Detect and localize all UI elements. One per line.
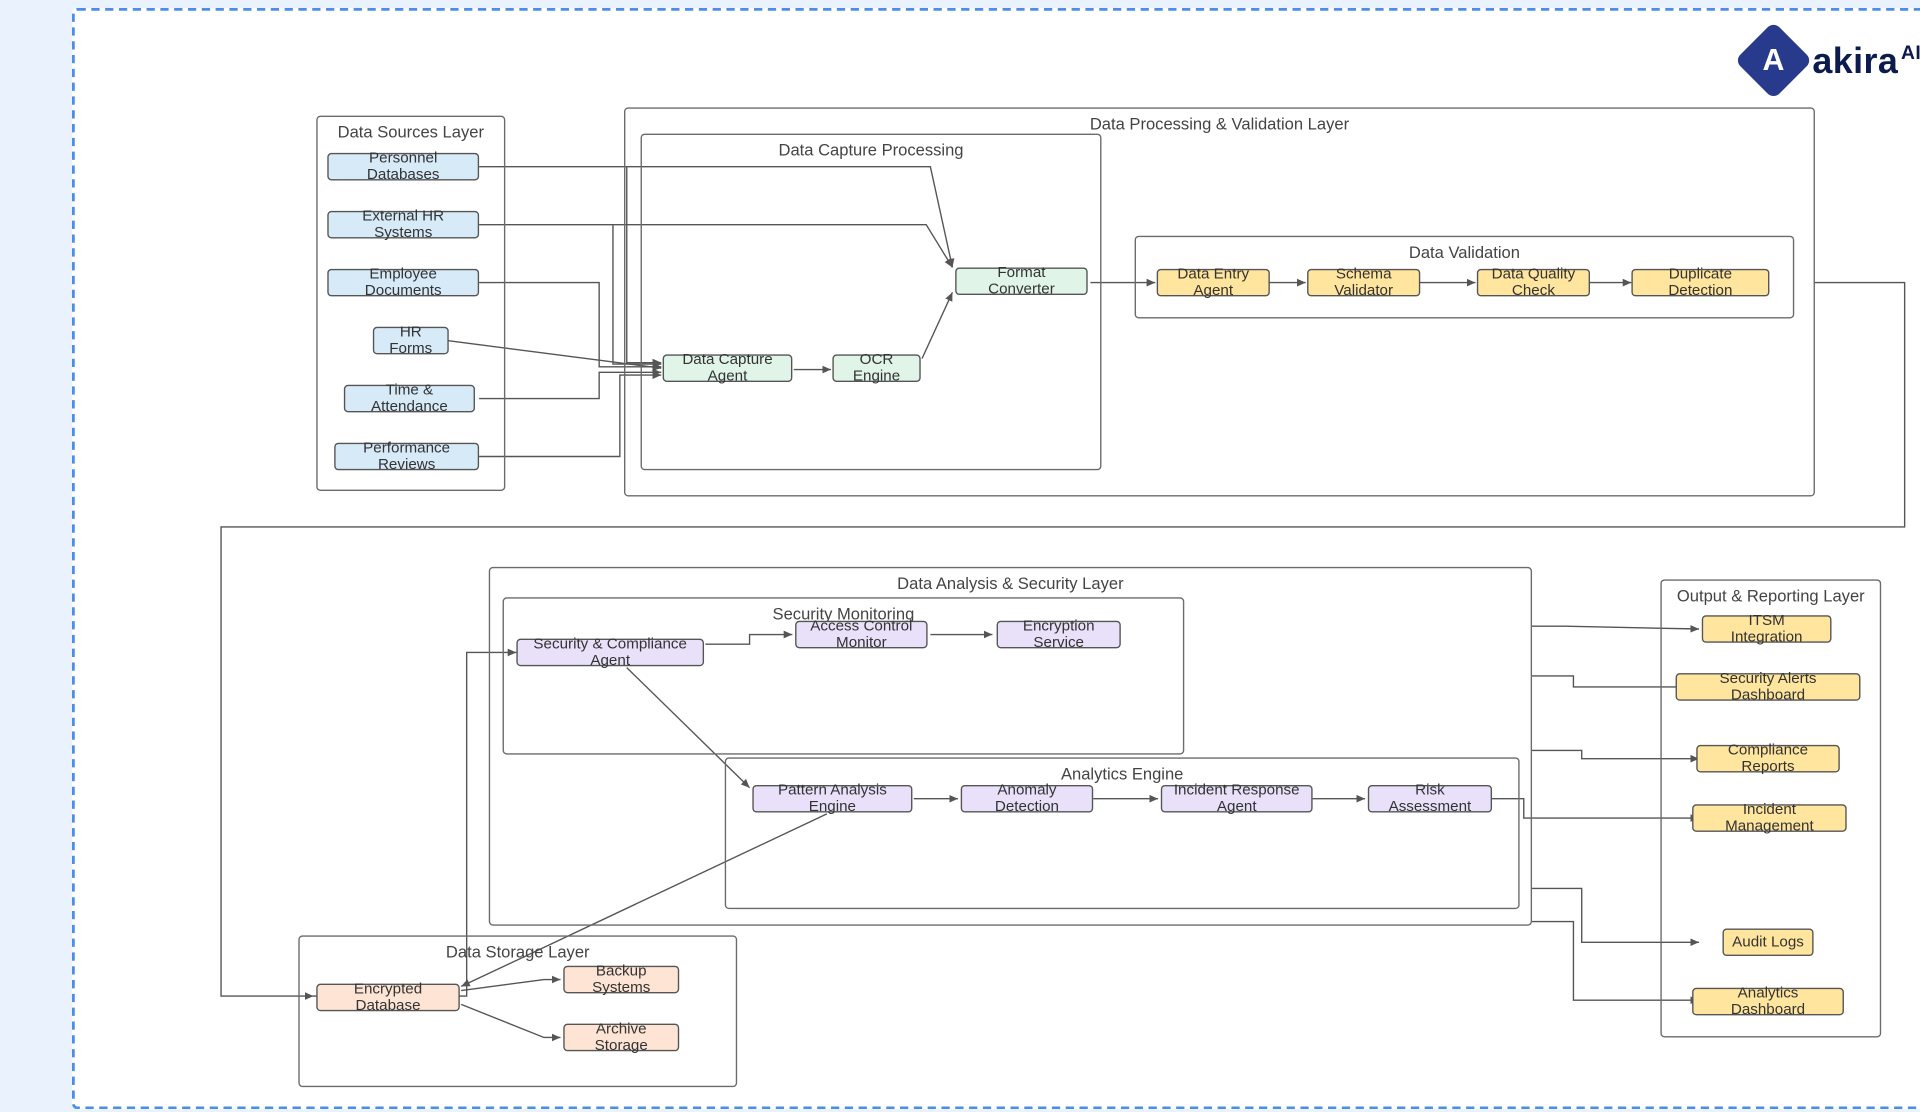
node-incident-response-agent: Incident Response Agent [1161, 785, 1313, 813]
group-title: Data Sources Layer [318, 114, 504, 142]
group-title: Data Validation [1136, 234, 1793, 262]
group-title: Data Analysis & Security Layer [490, 566, 1531, 594]
node-time-attendance: Time & Attendance [344, 385, 475, 413]
node-audit-logs: Audit Logs [1722, 928, 1813, 956]
node-archive-storage: Archive Storage [563, 1024, 679, 1052]
node-ocr-engine: OCR Engine [832, 354, 920, 382]
node-encryption-service: Encryption Service [997, 621, 1121, 649]
node-format-converter: Format Converter [955, 267, 1087, 295]
node-performance-reviews: Performance Reviews [334, 443, 479, 471]
node-duplicate-detection: Duplicate Detection [1631, 269, 1769, 297]
node-itsm-integration: ITSM Integration [1702, 615, 1832, 643]
group-data-capture: Data Capture Processing [641, 134, 1102, 471]
brand-logo: A akiraAI [1746, 33, 1920, 88]
node-security-compliance-agent: Security & Compliance Agent [516, 639, 704, 667]
node-compliance-reports: Compliance Reports [1696, 745, 1840, 773]
node-backup-systems: Backup Systems [563, 966, 679, 994]
brand-name: akiraAI [1812, 39, 1920, 82]
node-encrypted-database: Encrypted Database [316, 984, 460, 1012]
node-data-quality-check: Data Quality Check [1477, 269, 1590, 297]
node-external-hr-systems: External HR Systems [327, 211, 479, 239]
node-access-control-monitor: Access Control Monitor [795, 621, 927, 649]
node-data-entry-agent: Data Entry Agent [1157, 269, 1270, 297]
node-pattern-analysis: Pattern Analysis Engine [752, 785, 912, 813]
group-title: Data Storage Layer [300, 934, 736, 962]
node-schema-validator: Schema Validator [1307, 269, 1420, 297]
diagram-canvas: A akiraAI [72, 8, 1920, 1109]
group-title: Output & Reporting Layer [1662, 578, 1880, 606]
node-data-capture-agent: Data Capture Agent [663, 354, 793, 382]
node-anomaly-detection: Anomaly Detection [961, 785, 1093, 813]
node-incident-management: Incident Management [1692, 804, 1847, 832]
node-analytics-dashboard: Analytics Dashboard [1692, 988, 1844, 1016]
node-hr-forms: HR Forms [373, 327, 449, 355]
group-title: Data Capture Processing [642, 132, 1100, 160]
group-analytics-engine: Analytics Engine [725, 757, 1520, 909]
node-employee-documents: Employee Documents [327, 269, 479, 297]
brand-icon: A [1735, 21, 1813, 99]
node-risk-assessment: Risk Assessment [1368, 785, 1492, 813]
group-title: Analytics Engine [726, 756, 1518, 784]
node-security-alerts-dashboard: Security Alerts Dashboard [1676, 673, 1861, 701]
node-personnel-databases: Personnel Databases [327, 153, 479, 181]
group-title: Data Processing & Validation Layer [625, 106, 1813, 134]
